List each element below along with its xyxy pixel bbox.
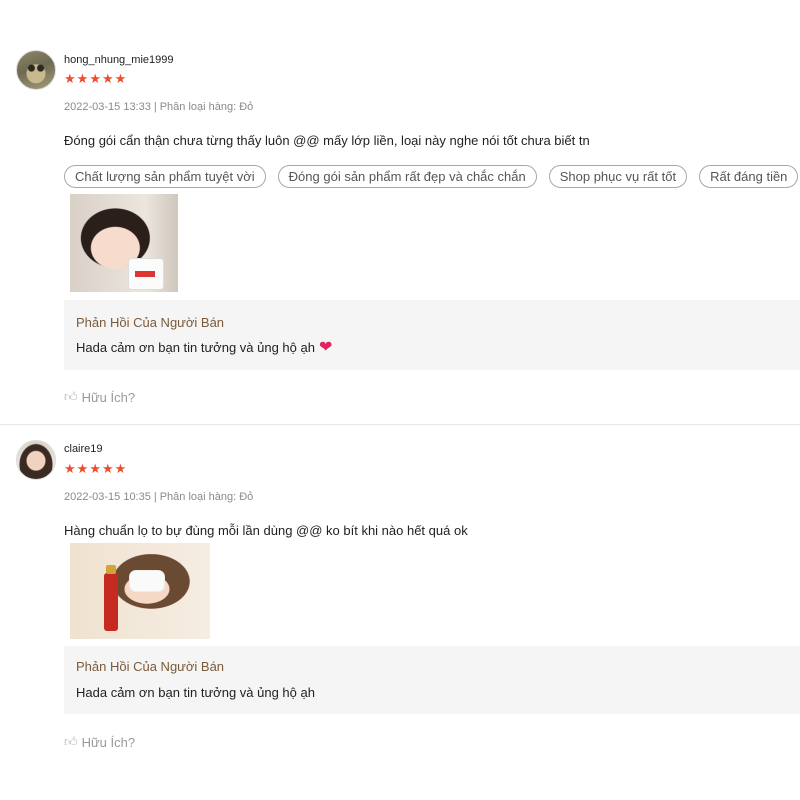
seller-reply-title: Phản Hồi Của Người Bán — [76, 315, 225, 330]
heart-icon: ❤ — [318, 338, 333, 356]
review-comment: Đóng gói cẩn thận chưa từng thấy luôn @@… — [64, 133, 590, 148]
user-avatar[interactable] — [16, 440, 56, 480]
seller-reply-text: Hada cảm ơn bạn tin tưởng và ủng hộ ạh — [76, 685, 315, 700]
thumbs-up-icon: 👍︎ — [64, 389, 78, 404]
seller-reply: Phản Hồi Của Người Bán Hada cảm ơn bạn t… — [64, 646, 800, 714]
thumbs-up-icon: 👍︎ — [64, 734, 78, 749]
username[interactable]: claire19 — [64, 443, 103, 455]
review-tag: Chất lượng sản phẩm tuyệt vời — [64, 165, 266, 188]
star-icon: ★ — [64, 461, 76, 476]
star-icon: ★ — [89, 461, 101, 476]
review-date: 2022-03-15 13:33 — [64, 101, 151, 113]
helpful-button[interactable]: 👍︎ Hữu Ích? — [64, 389, 135, 405]
seller-reply-title: Phản Hồi Của Người Bán — [76, 659, 225, 674]
helpful-label: Hữu Ích? — [81, 389, 136, 405]
star-icon: ★ — [76, 461, 89, 476]
star-icon: ★ — [101, 71, 114, 86]
review-tags: Chất lượng sản phẩm tuyệt vời Đóng gói s… — [64, 165, 799, 188]
user-avatar[interactable] — [16, 50, 56, 90]
seller-reply: Phản Hồi Của Người Bán Hada cảm ơn bạn t… — [64, 300, 800, 370]
nose-strip — [130, 571, 164, 591]
review-divider — [0, 424, 800, 425]
review-variation: Phân loại hàng: Đỏ — [159, 491, 254, 503]
star-icon: ★ — [114, 461, 127, 476]
review-tag: Rất đáng tiền — [699, 165, 799, 188]
rating-stars: ★ ★ ★ ★ ★ — [64, 462, 126, 475]
seller-reply-text: Hada cảm ơn bạn tin tưởng và ủng hộ ạh — [76, 340, 315, 355]
helpful-label: Hữu Ích? — [81, 734, 136, 750]
helpful-button[interactable]: 👍︎ Hữu Ích? — [64, 734, 135, 750]
review-tag: Shop phục vụ rất tốt — [548, 165, 688, 188]
rating-stars: ★ ★ ★ ★ ★ — [64, 72, 126, 85]
product-jar — [128, 258, 164, 290]
seller-reply-text-row: Hada cảm ơn bạn tin tưởng và ủng hộ ạh ❤ — [76, 338, 333, 356]
review-photo[interactable] — [70, 194, 178, 292]
star-icon: ★ — [76, 71, 89, 86]
review-meta: 2022-03-15 10:35 | Phân loại hàng: Đỏ — [64, 491, 254, 503]
review-comment: Hàng chuẩn lọ to bự đùng mỗi lần dùng @@… — [64, 523, 468, 538]
star-icon: ★ — [101, 461, 114, 476]
review-tag: Đóng gói sản phẩm rất đẹp và chắc chắn — [277, 165, 537, 188]
review-date: 2022-03-15 10:35 — [64, 491, 151, 503]
review-variation: Phân loại hàng: Đỏ — [159, 101, 254, 113]
review-meta: 2022-03-15 13:33 | Phân loại hàng: Đỏ — [64, 101, 254, 113]
review-photo[interactable] — [70, 543, 210, 639]
product-bottle — [104, 565, 118, 631]
seller-reply-text-row: Hada cảm ơn bạn tin tưởng và ủng hộ ạh — [76, 685, 315, 700]
star-icon: ★ — [89, 71, 101, 86]
star-icon: ★ — [64, 71, 76, 86]
username[interactable]: hong_nhung_mie1999 — [64, 54, 174, 66]
star-icon: ★ — [114, 71, 127, 86]
